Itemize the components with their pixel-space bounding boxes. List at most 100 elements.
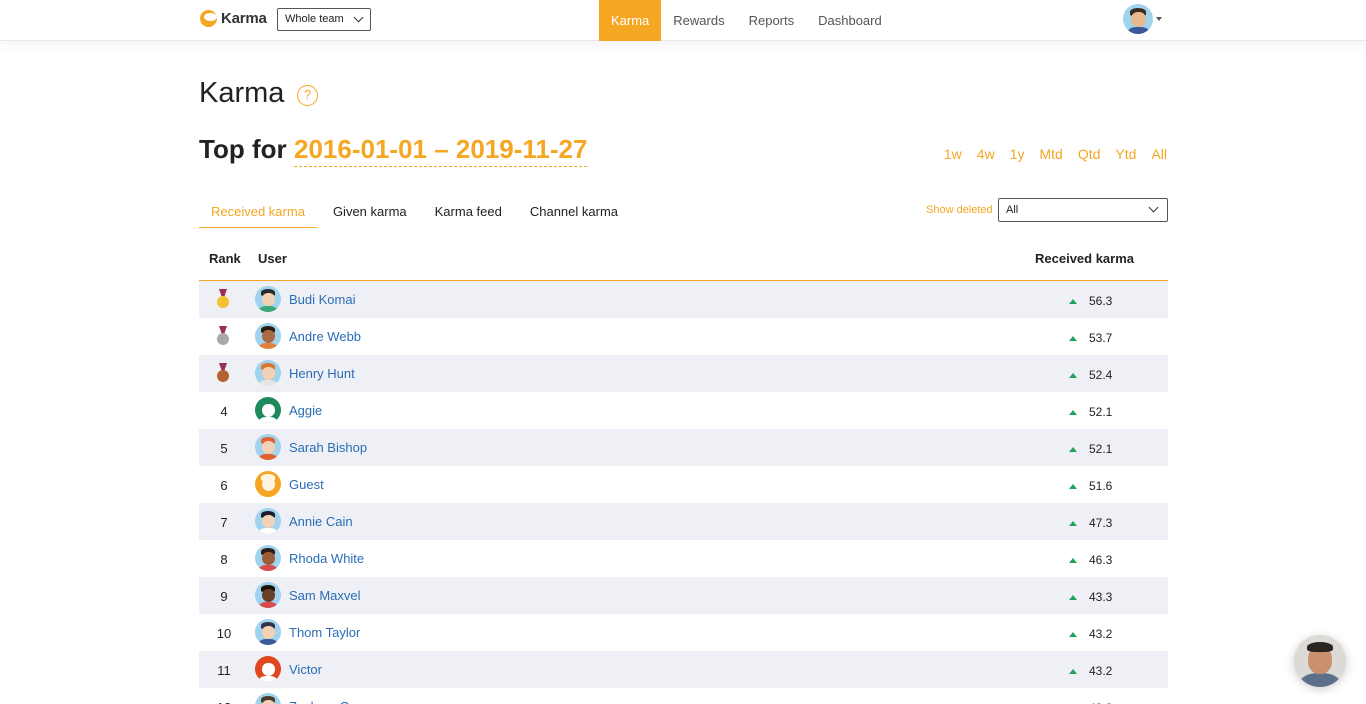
karma-cell: 52.1 <box>1069 405 1112 419</box>
table-row: 6 Guest 51.6 <box>199 466 1168 503</box>
rank-cell: 5 <box>220 441 228 456</box>
period-qtd[interactable]: Qtd <box>1078 146 1101 162</box>
user-avatar[interactable] <box>255 471 281 497</box>
chevron-down-icon <box>1148 202 1159 213</box>
rank-cell: 6 <box>220 478 228 493</box>
page-title: Karma <box>199 77 285 109</box>
column-header-received-karma[interactable]: Received karma <box>1035 251 1134 266</box>
top-for-label: Top for <box>199 134 287 164</box>
nav-item-reports[interactable]: Reports <box>737 0 807 41</box>
gold-medal-icon <box>216 289 230 309</box>
tab-given-karma[interactable]: Given karma <box>321 197 419 228</box>
arrow-up-icon <box>1069 668 1077 674</box>
user-name-link[interactable]: Victor <box>289 662 322 677</box>
user-name-link[interactable]: Budi Komai <box>289 292 355 307</box>
nav-item-karma[interactable]: Karma <box>599 0 662 41</box>
table-header: Rank User Received karma <box>199 240 1168 281</box>
user-avatar[interactable] <box>255 434 281 460</box>
karma-cell: 53.7 <box>1069 331 1112 345</box>
arrow-up-icon <box>1069 372 1077 378</box>
user-name-link[interactable]: Thom Taylor <box>289 625 360 640</box>
table-row: Henry Hunt 52.4 <box>199 355 1168 392</box>
user-avatar[interactable] <box>255 656 281 682</box>
user-cell: Rhoda White <box>255 545 364 571</box>
user-name-link[interactable]: Sam Maxvel <box>289 588 361 603</box>
nav-item-dashboard[interactable]: Dashboard <box>806 0 894 41</box>
arrow-up-icon <box>1069 298 1077 304</box>
top-navbar: Karma Whole team Karma Rewards Reports Dash… <box>0 0 1366 41</box>
period-ytd[interactable]: Ytd <box>1115 146 1136 162</box>
user-menu[interactable] <box>1123 4 1162 34</box>
karma-cell: 46.3 <box>1069 553 1112 567</box>
table-row: Budi Komai 56.3 <box>199 281 1168 318</box>
show-deleted-select[interactable]: All <box>998 198 1168 222</box>
karma-cell: 52.4 <box>1069 368 1112 382</box>
rank-cell: 11 <box>217 663 231 678</box>
karma-cell: 56.3 <box>1069 294 1112 308</box>
table-row: 8 Rhoda White 46.3 <box>199 540 1168 577</box>
user-avatar[interactable] <box>255 286 281 312</box>
chevron-down-icon <box>353 12 364 23</box>
user-avatar[interactable] <box>255 360 281 386</box>
column-header-rank[interactable]: Rank <box>209 251 241 266</box>
caret-down-icon <box>1156 17 1162 21</box>
karma-cell: 43.2 <box>1069 627 1112 641</box>
karma-table: Rank User Received karma Budi Komai 56.3 A… <box>199 240 1168 704</box>
tab-channel-karma[interactable]: Channel karma <box>518 197 630 228</box>
table-row: 12Zachary Cross43.2 <box>199 688 1168 704</box>
tab-karma-feed[interactable]: Karma feed <box>423 197 514 228</box>
nav-item-rewards[interactable]: Rewards <box>661 0 736 41</box>
help-circle-icon[interactable]: ? <box>297 85 318 106</box>
rank-cell: 7 <box>220 515 228 530</box>
tab-received-karma[interactable]: Received karma <box>199 197 317 228</box>
user-name-link[interactable]: Henry Hunt <box>289 366 355 381</box>
table-row: 10 Thom Taylor 43.2 <box>199 614 1168 651</box>
show-deleted-value: All <box>1006 204 1019 216</box>
date-range-picker[interactable]: 2016-01-01 – 2019-11-27 <box>294 134 588 167</box>
arrow-up-icon <box>1069 483 1077 489</box>
karma-value: 46.3 <box>1089 553 1113 567</box>
table-row: 7 Annie Cain 47.3 <box>199 503 1168 540</box>
user-name-link[interactable]: Sarah Bishop <box>289 440 367 455</box>
period-4w[interactable]: 4w <box>977 146 995 162</box>
user-cell: Annie Cain <box>255 508 353 534</box>
period-mtd[interactable]: Mtd <box>1040 146 1063 162</box>
column-header-user[interactable]: User <box>258 251 287 266</box>
user-avatar[interactable] <box>255 545 281 571</box>
karma-cell: 43.2 <box>1069 664 1112 678</box>
user-avatar[interactable] <box>255 323 281 349</box>
table-row: 4 Aggie 52.1 <box>199 392 1168 429</box>
user-name-link[interactable]: Guest <box>289 477 324 492</box>
brand[interactable]: Karma <box>200 10 267 27</box>
user-name-link[interactable]: Zachary Cross <box>289 699 374 704</box>
period-all[interactable]: All <box>1151 146 1167 162</box>
user-name-link[interactable]: Aggie <box>289 403 322 418</box>
karma-cell: 47.3 <box>1069 516 1112 530</box>
karma-value: 53.7 <box>1089 331 1113 345</box>
period-1y[interactable]: 1y <box>1010 146 1025 162</box>
user-cell: Sarah Bishop <box>255 434 367 460</box>
user-name-link[interactable]: Rhoda White <box>289 551 364 566</box>
karma-value: 43.3 <box>1089 590 1113 604</box>
user-avatar[interactable] <box>255 397 281 423</box>
karma-value: 43.2 <box>1089 627 1113 641</box>
rank-cell: 12 <box>199 700 249 704</box>
user-avatar[interactable] <box>255 693 281 704</box>
karma-cell: 51.6 <box>1069 479 1112 493</box>
user-name-link[interactable]: Andre Webb <box>289 329 361 344</box>
rank-cell: 9 <box>220 589 228 604</box>
user-cell: Thom Taylor <box>255 619 360 645</box>
user-avatar[interactable] <box>255 582 281 608</box>
period-1w[interactable]: 1w <box>944 146 962 162</box>
brand-name: Karma <box>221 10 267 27</box>
support-chat-button[interactable] <box>1294 635 1346 687</box>
user-avatar[interactable] <box>255 619 281 645</box>
user-avatar[interactable] <box>255 508 281 534</box>
arrow-up-icon <box>1069 446 1077 452</box>
karma-cell: 43.3 <box>1069 590 1112 604</box>
team-select[interactable]: Whole team <box>277 8 371 31</box>
silver-medal-icon <box>216 326 230 346</box>
bronze-medal-icon <box>216 363 230 383</box>
user-cell: Andre Webb <box>255 323 361 349</box>
user-name-link[interactable]: Annie Cain <box>289 514 353 529</box>
